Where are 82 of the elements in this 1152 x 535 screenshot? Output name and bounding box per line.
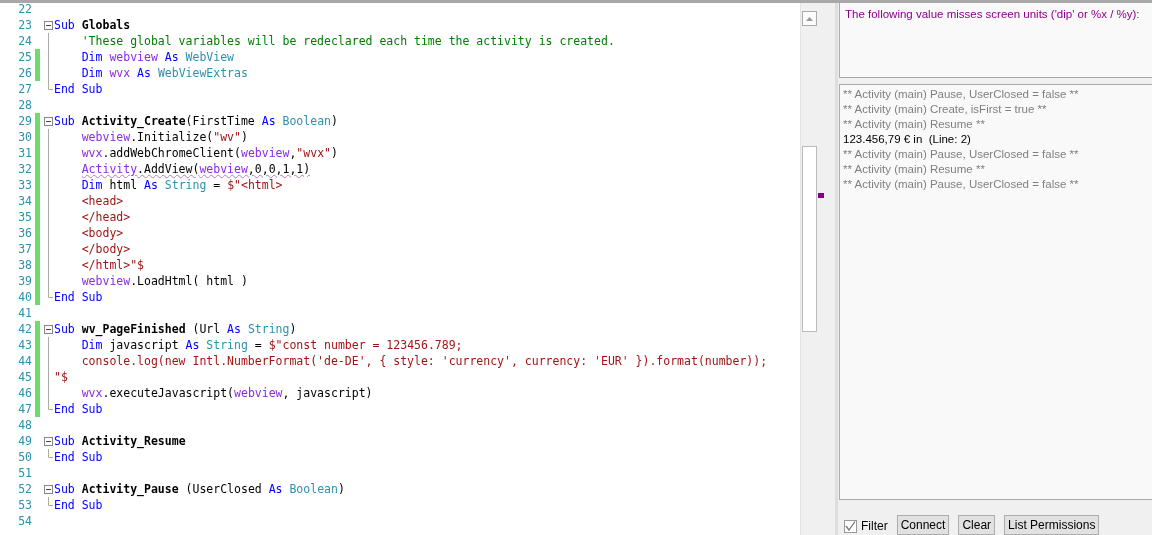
log-message: ** Activity (main) Resume ** bbox=[843, 117, 986, 132]
line-number: 45 bbox=[17, 370, 32, 384]
code-line: Sub Activity_Pause (UserClosed As Boolean) bbox=[54, 482, 345, 496]
scroll-up-icon[interactable] bbox=[806, 16, 813, 21]
line-number: 32 bbox=[17, 162, 32, 176]
line-number: 30 bbox=[17, 130, 32, 144]
code-line: 'These global variables will be redeclared each time the activity is created. bbox=[80, 34, 615, 48]
line-number: 33 bbox=[17, 178, 32, 192]
line-number: 40 bbox=[17, 290, 32, 304]
code-line: End Sub bbox=[54, 82, 103, 96]
code-line: End Sub bbox=[54, 402, 103, 416]
line-number: 22 bbox=[17, 2, 32, 16]
log-message: ** Activity (main) Create, isFirst = true ** bbox=[843, 102, 1048, 117]
code-line: </head> bbox=[80, 210, 131, 224]
log-message: ** Activity (main) Resume ** bbox=[843, 162, 986, 177]
collapse-icon[interactable] bbox=[43, 436, 53, 446]
line-number: 51 bbox=[17, 466, 32, 480]
code-line: Sub wv_PageFinished (Url As String) bbox=[54, 322, 297, 336]
code-line: End Sub bbox=[54, 290, 103, 304]
line-number: 35 bbox=[17, 210, 32, 224]
line-number: 42 bbox=[17, 322, 32, 336]
code-line: wvx.addWebChromeClient(webview,"wvx") bbox=[80, 146, 338, 160]
code-line: Dim html As String = $"<html> bbox=[80, 178, 283, 192]
log-message: ** Activity (main) Pause, UserClosed = false ** bbox=[843, 177, 1080, 192]
collapse-icon[interactable] bbox=[43, 20, 53, 30]
warning-message: The following value misses screen units ('dip' or %x / %y): bbox=[845, 8, 1141, 20]
filter-label: Filter bbox=[861, 519, 888, 533]
code-line: Activity.AddView(webview,0,0,1,1) bbox=[80, 162, 311, 176]
code-line: </html>"$ bbox=[80, 258, 144, 272]
toolbar-button[interactable]: Clear bbox=[958, 515, 996, 535]
line-number: 43 bbox=[17, 338, 32, 352]
code-line: wvx.executeJavascript(webview, javascript) bbox=[80, 386, 373, 400]
line-number: 46 bbox=[17, 386, 32, 400]
line-number: 27 bbox=[17, 82, 32, 96]
line-number: 49 bbox=[17, 434, 32, 448]
line-number: 39 bbox=[17, 274, 32, 288]
filter-checkbox[interactable] bbox=[844, 519, 857, 533]
line-number: 41 bbox=[17, 306, 32, 320]
code-line: End Sub bbox=[54, 498, 103, 512]
toolbar-button[interactable]: List Permissions bbox=[1004, 515, 1100, 535]
line-number: 29 bbox=[17, 114, 32, 128]
code-line: Dim webview As WebView bbox=[80, 50, 235, 64]
vertical-scrollbar[interactable] bbox=[800, 3, 818, 535]
code-line: <head> bbox=[80, 194, 124, 208]
collapse-icon[interactable] bbox=[43, 116, 53, 126]
code-line: Dim javascript As String = $"const number = 123456.789; bbox=[80, 338, 463, 352]
toolbar-button[interactable]: Connect bbox=[896, 515, 950, 535]
line-number: 36 bbox=[17, 226, 32, 240]
log-message: ** Activity (main) Pause, UserClosed = false ** bbox=[843, 87, 1080, 102]
line-number: 34 bbox=[17, 194, 32, 208]
line-number: 38 bbox=[17, 258, 32, 272]
code-line: console.log(new Intl.NumberFormat('de-DE', { style: 'currency', currency: 'EUR' }).format(number)); bbox=[80, 354, 768, 368]
code-line: webview.Initialize("wv") bbox=[80, 130, 248, 144]
code-line: </body> bbox=[80, 242, 131, 256]
collapse-icon[interactable] bbox=[43, 324, 53, 334]
code-line: Sub Activity_Create(FirstTime As Boolean) bbox=[54, 114, 338, 128]
line-number: 44 bbox=[17, 354, 32, 368]
line-number: 24 bbox=[17, 34, 32, 48]
collapse-icon[interactable] bbox=[43, 484, 53, 494]
code-line: webview.LoadHtml( html ) bbox=[80, 274, 248, 288]
error-marker bbox=[818, 193, 824, 198]
line-number: 53 bbox=[17, 498, 32, 512]
line-number: 52 bbox=[17, 482, 32, 496]
log-message: 123.456,79 € in (Line: 2) bbox=[843, 132, 972, 147]
check-icon bbox=[845, 521, 856, 531]
log-message: ** Activity (main) Pause, UserClosed = false ** bbox=[843, 147, 1080, 162]
line-number: 28 bbox=[17, 98, 32, 112]
line-number: 31 bbox=[17, 146, 32, 160]
code-line: Sub Globals bbox=[54, 18, 131, 32]
line-number: 47 bbox=[17, 402, 32, 416]
code-line: End Sub bbox=[54, 450, 103, 464]
code-line: Sub Activity_Resume bbox=[54, 434, 186, 448]
code-line: "$ bbox=[54, 370, 68, 384]
line-number: 48 bbox=[17, 418, 32, 432]
code-line: Dim wvx As WebViewExtras bbox=[80, 66, 248, 80]
line-number: 23 bbox=[17, 18, 32, 32]
line-number: 37 bbox=[17, 242, 32, 256]
code-line: <body> bbox=[80, 226, 124, 240]
line-number: 54 bbox=[17, 514, 32, 528]
line-number: 25 bbox=[17, 50, 32, 64]
line-number: 26 bbox=[17, 66, 32, 80]
line-number: 50 bbox=[17, 450, 32, 464]
